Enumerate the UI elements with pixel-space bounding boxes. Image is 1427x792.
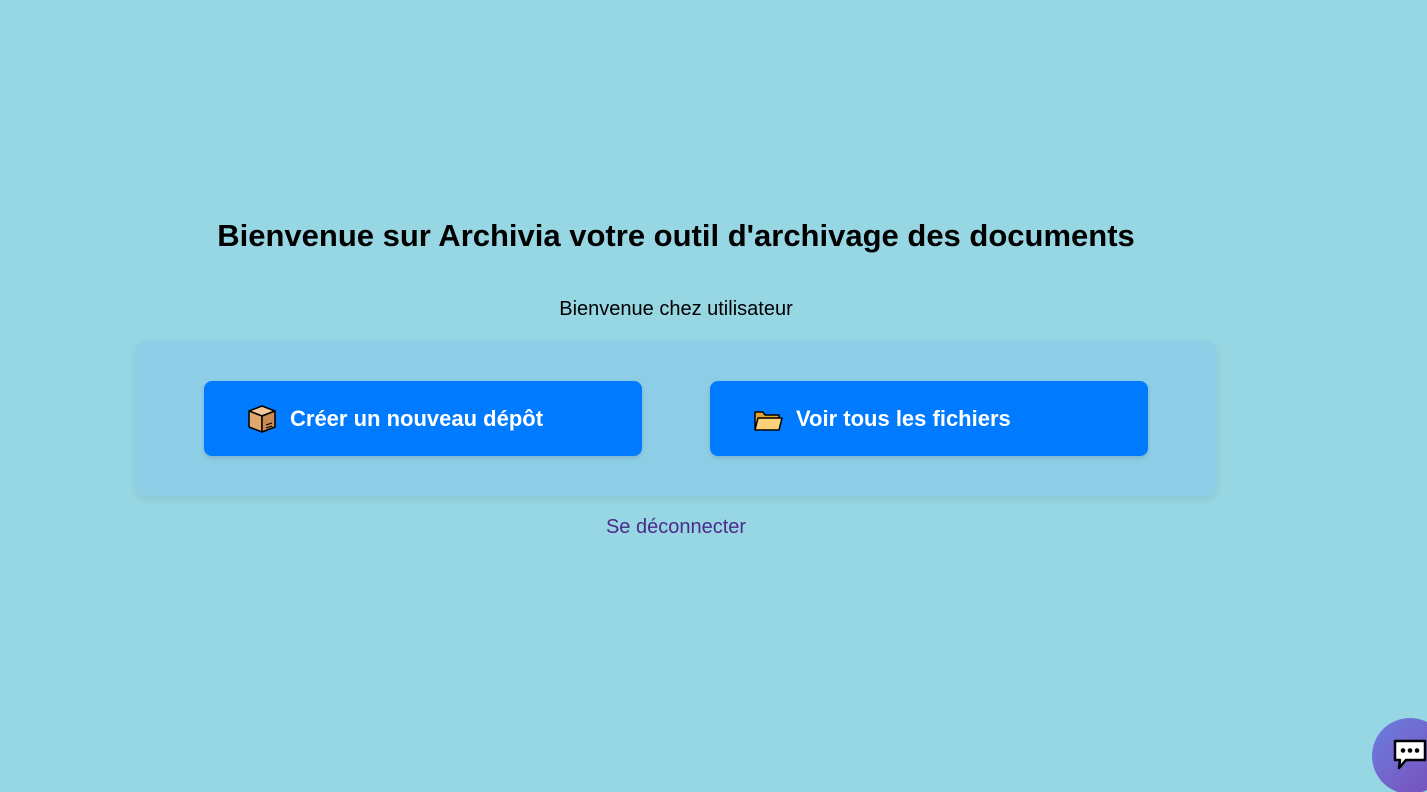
create-deposit-label: Créer un nouveau dépôt <box>290 405 544 431</box>
folder-icon <box>752 403 784 435</box>
welcome-message: Bienvenue chez utilisateur <box>559 298 793 320</box>
logout-link[interactable]: Se déconnecter <box>0 514 1352 540</box>
create-deposit-button[interactable]: Créer un nouveau dépôt <box>204 381 642 456</box>
chat-button[interactable] <box>1372 718 1427 792</box>
view-files-label: Voir tous les fichiers <box>796 405 1011 431</box>
actions-card: Créer un nouveau dépôt Voir tous les fic… <box>136 341 1216 496</box>
page-title: Bienvenue sur Archivia votre outil d'arc… <box>217 218 1135 253</box>
home-page: Bienvenue sur Archivia votre outil d'arc… <box>0 0 1427 792</box>
package-icon <box>246 403 278 435</box>
chat-bubble-icon <box>1393 739 1427 770</box>
view-files-button[interactable]: Voir tous les fichiers <box>710 381 1148 456</box>
